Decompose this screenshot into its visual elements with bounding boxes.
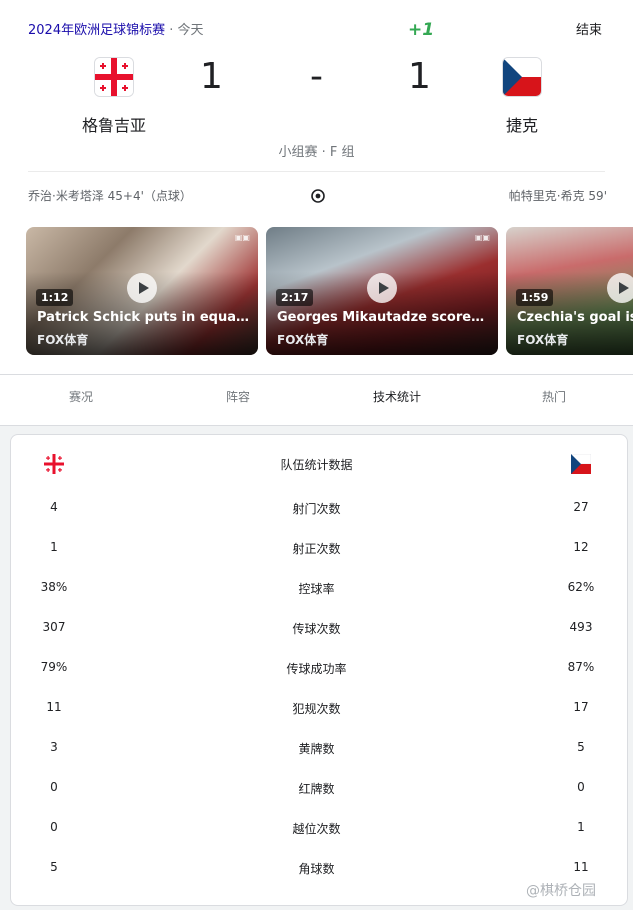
stat-away-value: 1: [577, 820, 585, 834]
stat-row: 3 黄牌数 5: [0, 740, 633, 760]
georgia-flag-icon[interactable]: [95, 58, 133, 96]
stat-away-value: 12: [573, 540, 589, 554]
stats-heading: 队伍统计数据: [280, 458, 353, 472]
stat-label: 控球率: [298, 582, 335, 596]
stat-label: 传球成功率: [286, 662, 347, 676]
play-icon[interactable]: [367, 273, 397, 303]
stat-label: 越位次数: [292, 822, 341, 836]
stat-label: 射正次数: [292, 542, 341, 556]
stat-away-value: 17: [573, 700, 589, 714]
video-title: Czechia's goal is d: [517, 310, 633, 325]
stat-label: 红牌数: [298, 782, 335, 796]
stat-row: 38% 控球率 62%: [0, 580, 633, 600]
stat-row: 5 角球数 11: [0, 860, 633, 880]
broadcast-logo: ▣▣: [474, 233, 490, 242]
stat-row: 4 射门次数 27: [0, 500, 633, 520]
match-header: 2024年欧洲足球锦标赛 · 今天: [28, 19, 204, 38]
match-stage: 小组赛 · F 组: [278, 145, 355, 160]
video-card[interactable]: ▣▣ 1:12 Patrick Schick puts in equalizer…: [26, 227, 258, 355]
video-source: FOX体育: [277, 333, 329, 347]
home-score: 1: [200, 56, 223, 97]
video-title: Georges Mikautadze scores on...: [277, 310, 490, 325]
home-scorer: 乔治·米考塔泽 45+4'（点球）: [28, 189, 192, 203]
stat-label: 射门次数: [292, 502, 341, 516]
away-score: 1: [408, 56, 431, 97]
video-duration: 1:12: [36, 289, 74, 306]
stat-away-value: 5: [577, 740, 585, 754]
video-duration: 1:59: [516, 289, 554, 306]
video-source: FOX体育: [37, 333, 89, 347]
watermark: @棋桥仓园: [526, 883, 596, 899]
away-team-name[interactable]: 捷克: [503, 112, 541, 136]
video-carousel: ▣▣ 1:12 Patrick Schick puts in equalizer…: [26, 227, 633, 355]
divider: [28, 171, 605, 172]
broadcast-logo: ▣▣: [234, 233, 250, 242]
video-source: FOX体育: [517, 333, 569, 347]
czech-flag-small-svg: [571, 454, 591, 474]
video-duration: 2:17: [276, 289, 314, 306]
stat-away-value: 27: [573, 500, 589, 514]
stat-row: 79% 传球成功率 87%: [0, 660, 633, 680]
stat-row: 0 红牌数 0: [0, 780, 633, 800]
stat-away-value: 11: [573, 860, 589, 874]
stat-row: 307 传球次数 493: [0, 620, 633, 640]
soccer-ball-icon: [311, 189, 325, 203]
stat-row: 1 射正次数 12: [0, 540, 633, 560]
stat-label: 传球次数: [292, 622, 341, 636]
match-tabs: 赛况 阵容 技术统计 热门: [0, 388, 633, 410]
czech-flag-icon: [571, 454, 591, 474]
stat-label: 角球数: [298, 862, 335, 876]
tab-trending[interactable]: 热门: [504, 388, 604, 405]
home-team-name[interactable]: 格鲁吉亚: [80, 112, 148, 136]
video-title: Patrick Schick puts in equalizer i...: [37, 310, 250, 325]
away-scorer: 帕特里克·希克 59': [508, 189, 607, 203]
tabs-divider: [0, 374, 633, 375]
plus-badge: +1: [408, 20, 435, 40]
tab-summary[interactable]: 赛况: [31, 388, 131, 405]
stat-away-value: 62%: [567, 580, 595, 594]
stat-away-value: 493: [569, 620, 593, 634]
czech-flag-svg: [503, 58, 541, 96]
play-icon[interactable]: [607, 273, 633, 303]
match-day: 今天: [177, 23, 204, 38]
video-card[interactable]: 1:59 Czechia's goal is d FOX体育: [506, 227, 633, 355]
tab-stats[interactable]: 技术统计: [347, 388, 447, 405]
video-card[interactable]: ▣▣ 2:17 Georges Mikautadze scores on... …: [266, 227, 498, 355]
score-separator: -: [310, 56, 323, 97]
stat-label: 犯规次数: [292, 702, 341, 716]
georgia-flag-svg: [95, 58, 133, 96]
stat-away-value: 87%: [567, 660, 595, 674]
match-status: 结束: [576, 23, 603, 38]
stat-label: 黄牌数: [298, 742, 335, 756]
czech-flag-icon[interactable]: [503, 58, 541, 96]
competition-link[interactable]: 2024年欧洲足球锦标赛: [28, 23, 165, 38]
stat-row: 11 犯规次数 17: [0, 700, 633, 720]
stat-row: 0 越位次数 1: [0, 820, 633, 840]
stat-away-value: 0: [577, 780, 585, 794]
header-separator: ·: [169, 23, 174, 38]
tab-lineups[interactable]: 阵容: [188, 388, 288, 405]
play-icon[interactable]: [127, 273, 157, 303]
